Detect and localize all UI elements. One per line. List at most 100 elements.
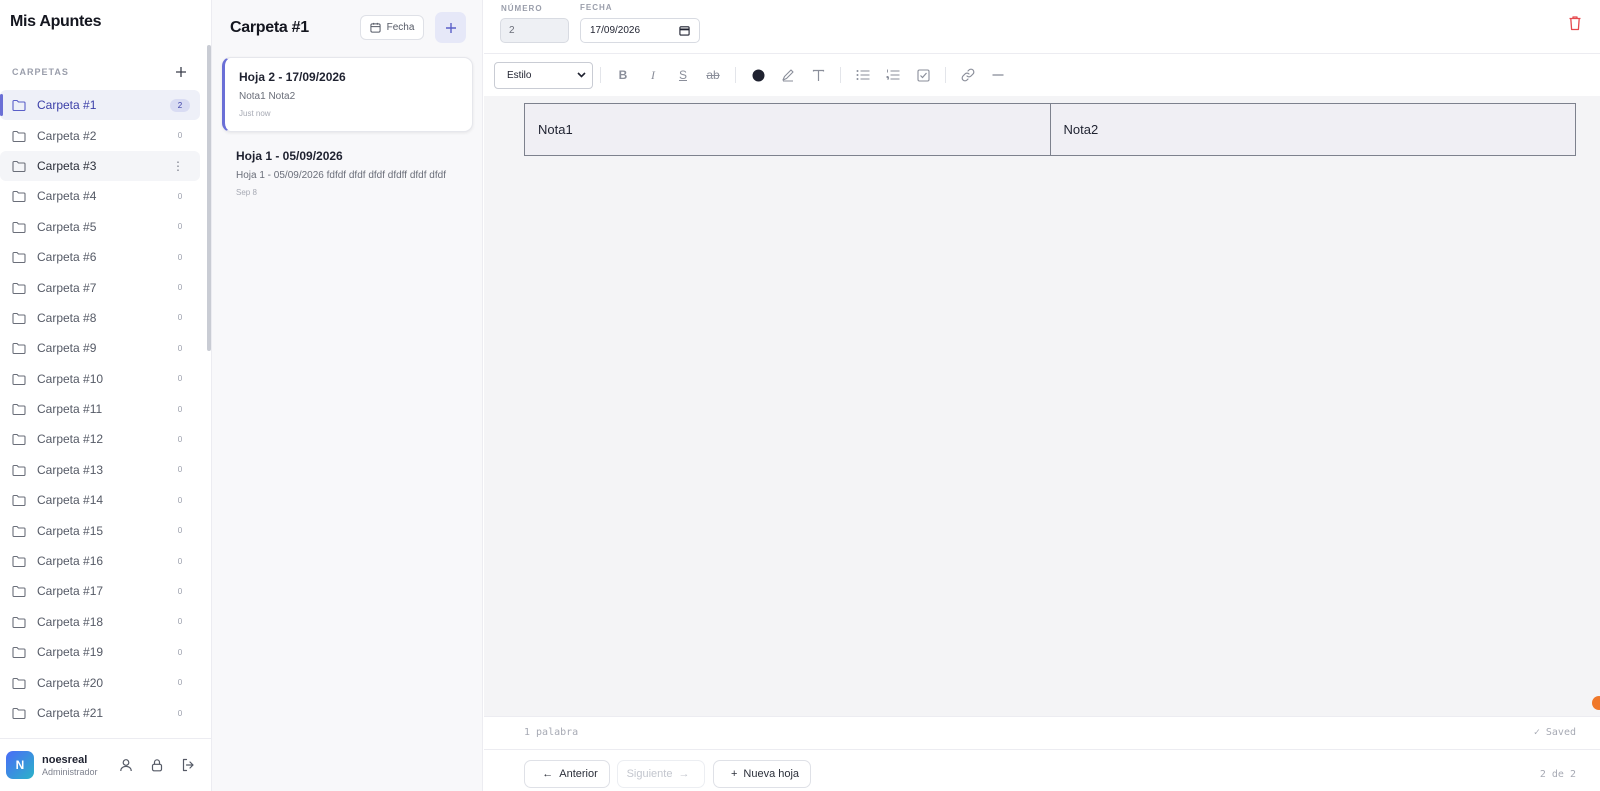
add-note-button[interactable] — [435, 12, 466, 43]
checklist-icon — [916, 68, 930, 82]
folder-label: Carpeta #14 — [37, 493, 104, 508]
folder-icon — [12, 677, 26, 689]
sidebar-item-folder[interactable]: Carpeta #13 0 — [0, 455, 200, 485]
date-input[interactable]: 17/09/2026 — [580, 18, 700, 43]
sidebar-item-folder[interactable]: Carpeta #8 0 — [0, 303, 200, 333]
sidebar-item-folder[interactable]: Carpeta #4 0 — [0, 181, 200, 211]
arrow-left-icon: ← — [542, 768, 554, 780]
folder-label: Carpeta #12 — [37, 432, 104, 447]
numbered-list-icon — [886, 69, 900, 80]
table-cell[interactable]: Nota1 — [524, 103, 1051, 156]
highlighter-icon — [782, 69, 794, 82]
number-input[interactable] — [500, 18, 569, 43]
notification-dot[interactable] — [1592, 696, 1600, 710]
sidebar-item-folder[interactable]: Carpeta #16 0 — [0, 546, 200, 576]
sidebar-item-folder[interactable]: Carpeta #3 ⋮ — [0, 150, 200, 182]
toolbar-divider — [840, 67, 841, 83]
italic-icon: I — [651, 67, 655, 82]
next-button[interactable]: Siguiente → — [617, 760, 705, 788]
lock-icon — [151, 759, 163, 772]
user-role: Administrador — [42, 766, 98, 777]
logout-button[interactable] — [179, 756, 197, 774]
folder-label: Carpeta #7 — [37, 280, 97, 295]
note-title: Hoja 2 - 17/09/2026 — [239, 70, 346, 84]
underline-icon: S — [678, 68, 687, 82]
sidebar-item-folder[interactable]: Carpeta #17 0 — [0, 576, 200, 606]
sidebar-item-folder[interactable]: Carpeta #15 0 — [0, 515, 200, 545]
folder-label: Carpeta #4 — [37, 189, 97, 204]
sidebar-item-folder[interactable]: Carpeta #14 0 — [0, 485, 200, 515]
add-folder-button[interactable] — [172, 63, 190, 81]
sidebar-item-folder[interactable]: Carpeta #10 0 — [0, 364, 200, 394]
lock-button[interactable] — [148, 756, 166, 774]
note-table[interactable]: Nota1 Nota2 — [524, 103, 1576, 156]
folders-section-label: CARPETAS — [12, 67, 69, 77]
note-time: Sep 8 — [236, 188, 257, 197]
style-select[interactable]: Estilo — [494, 61, 593, 89]
folder-icon — [12, 221, 26, 233]
folder-label: Carpeta #2 — [37, 128, 97, 143]
note-card-active[interactable]: Hoja 2 - 17/09/2026 Nota1 Nota2 Just now — [222, 57, 473, 132]
sidebar-item-folder[interactable]: Carpeta #9 0 — [0, 333, 200, 363]
next-label: Siguiente — [626, 768, 673, 780]
sort-by-date-button[interactable]: Fecha — [360, 15, 424, 40]
editor-canvas[interactable]: Nota1 Nota2 — [484, 96, 1600, 716]
sidebar-item-folder[interactable]: Carpeta #18 0 — [0, 607, 200, 637]
folder-label: Carpeta #18 — [37, 614, 104, 629]
folder-label: Carpeta #13 — [37, 462, 104, 477]
note-nav-bar: ← Anterior Siguiente → + Nueva hoja 2 de… — [484, 749, 1600, 791]
sidebar-item-folder[interactable]: Carpeta #21 0 — [0, 698, 200, 728]
previous-button[interactable]: ← Anterior — [524, 760, 610, 788]
folder-label: Carpeta #8 — [37, 310, 97, 325]
underline-button[interactable]: S — [672, 64, 694, 86]
note-snippet: Nota1 Nota2 — [239, 91, 296, 102]
format-toolbar: Estilo B I S ab — [484, 55, 1600, 95]
sidebar-item-folder[interactable]: Carpeta #19 0 — [0, 637, 200, 667]
app-title: Mis Apuntes — [10, 13, 102, 30]
folder-count: 0 — [177, 404, 183, 414]
sidebar-item-folder[interactable]: Carpeta #7 0 — [0, 272, 200, 302]
sidebar-item-folder[interactable]: Carpeta #12 0 — [0, 424, 200, 454]
sidebar-item-folder[interactable]: Carpeta #2 0 — [0, 120, 200, 150]
sidebar-scrollbar[interactable] — [207, 45, 211, 351]
bold-button[interactable]: B — [612, 64, 634, 86]
style-select-value: Estilo — [507, 69, 532, 81]
user-bar: N noesreal Administrador — [0, 738, 212, 791]
link-button[interactable] — [957, 64, 979, 86]
text-color-button[interactable] — [747, 64, 769, 86]
clear-format-button[interactable] — [807, 64, 829, 86]
calendar-icon[interactable] — [679, 25, 690, 36]
highlight-button[interactable] — [777, 64, 799, 86]
bold-icon: B — [618, 68, 628, 82]
folder-icon — [12, 464, 26, 476]
sidebar-item-folder[interactable]: Carpeta #20 0 — [0, 667, 200, 697]
note-time: Just now — [239, 109, 271, 118]
horizontal-rule-button[interactable] — [987, 64, 1009, 86]
new-sheet-button[interactable]: + Nueva hoja — [713, 760, 811, 788]
folder-label: Carpeta #21 — [37, 706, 104, 720]
avatar[interactable]: N — [6, 751, 34, 779]
folder-icon — [12, 434, 26, 446]
numbered-list-button[interactable] — [882, 64, 904, 86]
sort-label: Fecha — [386, 22, 415, 33]
folder-count: 0 — [177, 343, 183, 353]
calendar-icon — [370, 22, 381, 33]
delete-note-button[interactable] — [1568, 15, 1582, 36]
sidebar-item-folder[interactable]: Carpeta #11 0 — [0, 394, 200, 424]
text-format-icon — [812, 69, 824, 81]
folder-count: 0 — [177, 131, 183, 141]
italic-button[interactable]: I — [642, 64, 664, 86]
bullet-list-button[interactable] — [852, 64, 874, 86]
note-card[interactable]: Hoja 1 - 05/09/2026 Hoja 1 - 05/09/2026 … — [222, 137, 473, 207]
strikethrough-button[interactable]: ab — [702, 64, 724, 86]
sidebar-item-folder[interactable]: Carpeta #1 2 — [0, 90, 200, 121]
checklist-button[interactable] — [912, 64, 934, 86]
folder-icon — [12, 373, 26, 385]
folder-icon — [12, 404, 26, 416]
more-options-icon[interactable]: ⋮ — [172, 159, 184, 173]
folders-section-header: CARPETAS — [12, 62, 190, 82]
sidebar-item-folder[interactable]: Carpeta #6 0 — [0, 242, 200, 272]
profile-button[interactable] — [117, 756, 135, 774]
table-cell[interactable]: Nota2 — [1049, 103, 1576, 156]
sidebar-item-folder[interactable]: Carpeta #5 0 — [0, 212, 200, 242]
